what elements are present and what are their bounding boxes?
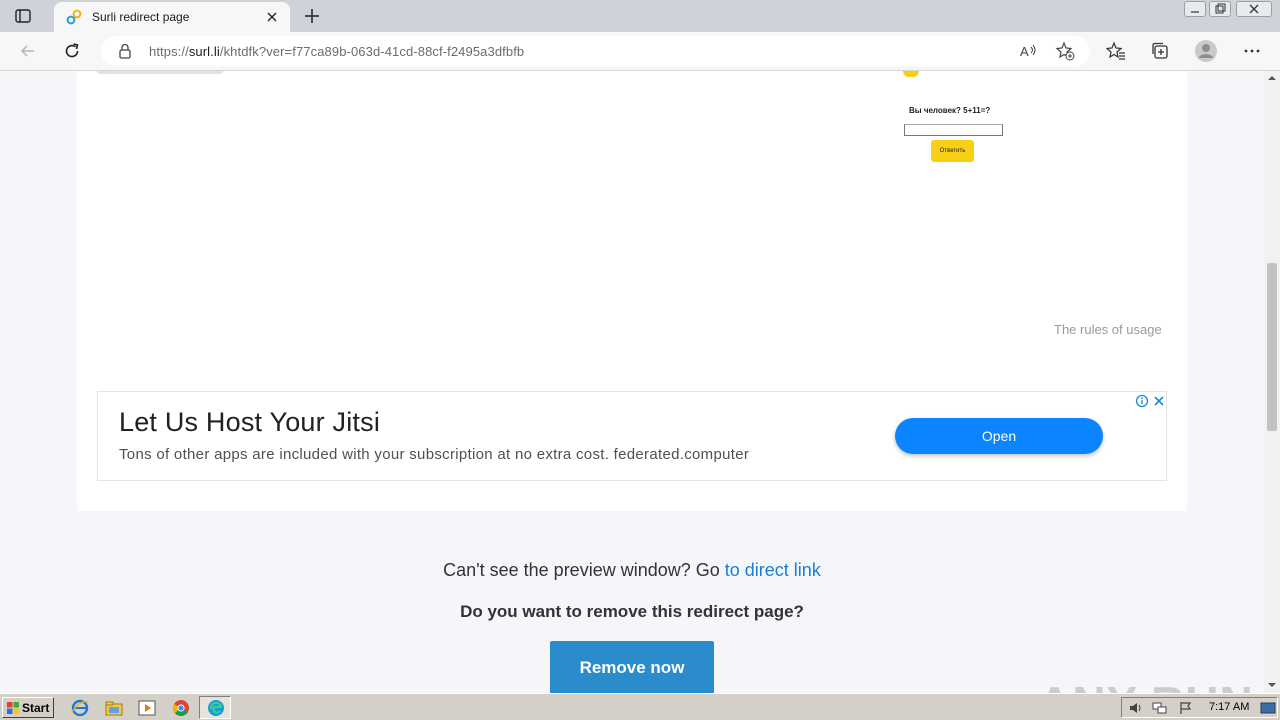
internet-explorer-icon[interactable]	[70, 698, 90, 718]
close-window-button[interactable]	[1236, 1, 1272, 17]
browser-tab[interactable]: Surli redirect page	[54, 2, 290, 32]
remove-question: Do you want to remove this redirect page…	[460, 602, 804, 621]
minimize-button[interactable]	[1184, 1, 1206, 17]
chrome-icon[interactable]	[171, 698, 191, 718]
url-text[interactable]: https://surl.li/khtdfk?ver=f77ca89b-063d…	[149, 44, 524, 59]
card-edge	[97, 71, 223, 74]
remove-now-button[interactable]: Remove now	[550, 641, 714, 693]
close-icon[interactable]	[264, 9, 280, 25]
read-aloud-icon[interactable]: A	[1019, 42, 1039, 60]
favicon-link-icon	[66, 9, 82, 25]
volume-icon[interactable]	[1128, 701, 1144, 715]
preview-card: Вы человек? 5+11=? Ответить The rules of…	[77, 71, 1187, 511]
profile-icon[interactable]	[1194, 39, 1218, 63]
captcha-input[interactable]	[904, 124, 1003, 136]
more-icon[interactable]	[1242, 41, 1262, 61]
tab-strip: Surli redirect page	[0, 0, 1280, 32]
favorites-icon[interactable]	[1106, 41, 1126, 61]
ad-banner[interactable]: Let Us Host Your Jitsi Tons of other app…	[97, 391, 1167, 481]
scroll-down-icon[interactable]	[1267, 681, 1277, 689]
url-host: surl.li	[188, 44, 220, 59]
close-window-icon	[1249, 4, 1259, 14]
tab-menu-icon[interactable]	[14, 7, 32, 25]
network-icon[interactable]	[1152, 701, 1168, 715]
close-icon[interactable]	[1152, 394, 1166, 408]
plus-icon[interactable]	[302, 6, 322, 26]
windows-logo-icon	[7, 702, 19, 714]
taskbar: Start 7:17 AM	[0, 693, 1280, 720]
scroll-thumb[interactable]	[1267, 263, 1277, 431]
address-bar[interactable]: https://surl.li/khtdfk?ver=f77ca89b-063d…	[101, 36, 1090, 66]
url-path: /khtdfk?ver=f77ca89b-063d-41cd-88cf-f249…	[219, 44, 525, 59]
ad-title[interactable]: Let Us Host Your Jitsi	[119, 407, 380, 438]
ad-open-button[interactable]: Open	[895, 418, 1103, 454]
cant-see-label: Can't see the preview window? Go	[443, 560, 720, 580]
restore-icon	[1215, 3, 1226, 14]
ad-description[interactable]: Tons of other apps are included with you…	[119, 446, 749, 463]
flag-icon[interactable]	[1178, 701, 1194, 715]
media-player-icon[interactable]	[137, 698, 157, 718]
rules-link[interactable]: The rules of usage	[1054, 322, 1162, 337]
captcha-question: Вы человек? 5+11=?	[909, 106, 991, 115]
file-explorer-icon[interactable]	[104, 698, 124, 718]
clock[interactable]: 7:17 AM	[1209, 701, 1249, 713]
anyrun-watermark: ANY RUN	[1038, 676, 1254, 693]
collections-icon[interactable]	[1150, 41, 1170, 61]
page-viewport: Вы человек? 5+11=? Ответить The rules of…	[0, 71, 1264, 693]
scroll-up-icon[interactable]	[1267, 74, 1277, 82]
browser-toolbar: https://surl.li/khtdfk?ver=f77ca89b-063d…	[0, 32, 1280, 71]
restore-button[interactable]	[1209, 1, 1231, 17]
direct-link[interactable]: to direct link	[725, 560, 821, 580]
add-favorite-icon[interactable]	[1055, 41, 1075, 61]
system-tray: 7:17 AM	[1121, 697, 1278, 718]
edge-icon	[208, 700, 224, 716]
refresh-icon[interactable]	[62, 41, 82, 61]
taskbar-edge-active[interactable]	[199, 696, 231, 719]
show-desktop-icon[interactable]	[1260, 701, 1276, 715]
yellow-badge	[903, 71, 919, 77]
tab-title: Surli redirect page	[92, 10, 190, 24]
cant-see-text: Can't see the preview window? Go to dire…	[0, 560, 1264, 581]
url-prefix: https://	[149, 44, 189, 59]
svg-text:A: A	[1020, 44, 1029, 59]
start-button[interactable]: Start	[2, 697, 54, 718]
captcha-submit-button[interactable]: Ответить	[931, 140, 974, 162]
start-label: Start	[22, 701, 50, 715]
back-arrow-icon[interactable]	[18, 41, 38, 61]
info-icon[interactable]	[1135, 394, 1149, 408]
minimize-icon	[1191, 11, 1199, 13]
scrollbar[interactable]	[1264, 71, 1280, 693]
lock-icon[interactable]	[117, 42, 133, 60]
